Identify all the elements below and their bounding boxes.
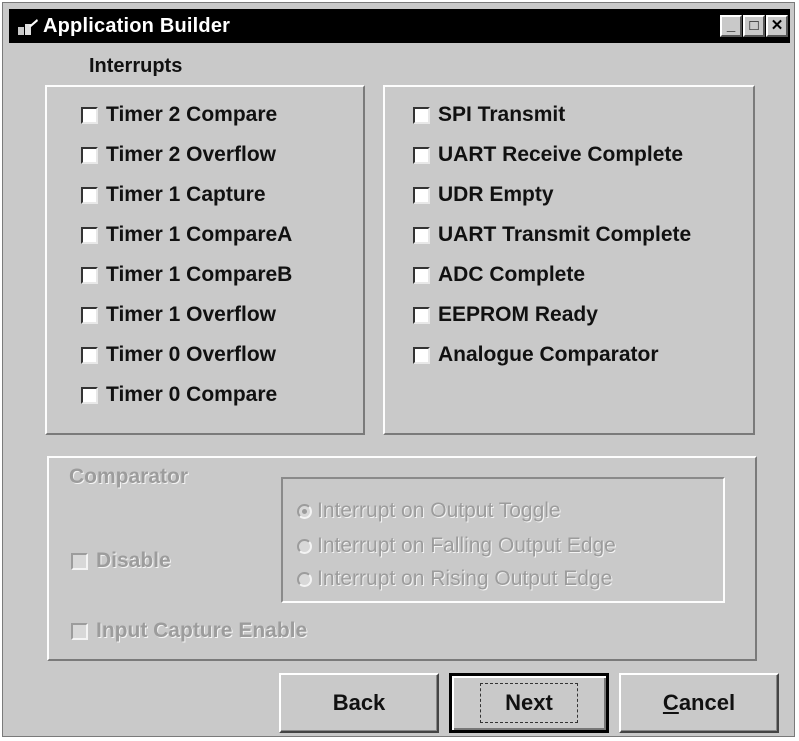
- checkbox-box[interactable]: [413, 226, 430, 244]
- checkbox-label: UART Receive Complete: [438, 143, 684, 166]
- checkbox-label: UART Transmit Complete: [438, 223, 692, 246]
- checkbox-label: UDR Empty: [438, 183, 554, 206]
- interrupt-right-checkbox[interactable]: UART Transmit Complete: [413, 221, 691, 249]
- application-icon: [18, 19, 38, 35]
- radio-unselected-icon[interactable]: [297, 571, 312, 587]
- checkbox-box[interactable]: [81, 146, 98, 164]
- checkbox-label: Timer 0 Overflow: [106, 343, 277, 366]
- interrupt-right-checkbox[interactable]: ADC Complete: [413, 261, 585, 289]
- interrupts-right-panel: [383, 85, 755, 435]
- checkbox-label: Timer 1 CompareA: [106, 223, 293, 246]
- checkbox-label: ADC Complete: [438, 263, 586, 286]
- checkbox-label: Timer 1 Capture: [106, 183, 266, 206]
- interrupt-left-checkbox[interactable]: Timer 1 Capture: [81, 181, 266, 209]
- window-title: Application Builder: [43, 15, 231, 37]
- checkbox-box[interactable]: [413, 306, 430, 324]
- interrupt-right-checkbox[interactable]: UDR Empty: [413, 181, 554, 209]
- radio-selected-icon[interactable]: [297, 503, 312, 519]
- input-capture-enable-label: Input Capture Enable: [96, 619, 308, 642]
- interrupt-right-checkbox[interactable]: SPI Transmit: [413, 101, 565, 129]
- checkbox-label: Timer 0 Compare: [106, 383, 278, 406]
- checkbox-box[interactable]: [81, 106, 98, 124]
- radio-unselected-icon[interactable]: [297, 538, 312, 554]
- back-button[interactable]: Back: [279, 673, 439, 733]
- maximize-button[interactable]: □: [743, 15, 765, 37]
- checkbox-box[interactable]: [71, 552, 88, 570]
- interrupt-right-checkbox[interactable]: EEPROM Ready: [413, 301, 598, 329]
- checkbox-box[interactable]: [413, 106, 430, 124]
- interrupt-left-checkbox[interactable]: Timer 1 CompareB: [81, 261, 292, 289]
- checkbox-label: Timer 2 Overflow: [106, 143, 277, 166]
- application-builder-window: Application Builder _ □ ✕ Interrupts Tim…: [2, 2, 795, 737]
- checkbox-label: SPI Transmit: [438, 103, 566, 126]
- radio-label: Interrupt on Output Toggle: [317, 499, 561, 522]
- interrupts-group-label: Interrupts: [89, 55, 183, 77]
- radio-falling-edge[interactable]: Interrupt on Falling Output Edge: [297, 533, 616, 559]
- radio-output-toggle[interactable]: Interrupt on Output Toggle: [297, 498, 561, 524]
- input-capture-enable-checkbox[interactable]: Input Capture Enable: [71, 617, 307, 645]
- cancel-button-label: Cancel: [662, 690, 736, 715]
- checkbox-box[interactable]: [81, 386, 98, 404]
- checkbox-box[interactable]: [81, 346, 98, 364]
- checkbox-box[interactable]: [413, 346, 430, 364]
- radio-rising-edge[interactable]: Interrupt on Rising Output Edge: [297, 566, 612, 592]
- interrupt-right-checkbox[interactable]: Analogue Comparator: [413, 341, 659, 369]
- checkbox-box[interactable]: [71, 622, 88, 640]
- checkbox-label: Timer 1 Overflow: [106, 303, 277, 326]
- interrupt-left-checkbox[interactable]: Timer 2 Overflow: [81, 141, 276, 169]
- checkbox-box[interactable]: [81, 266, 98, 284]
- interrupt-left-checkbox[interactable]: Timer 0 Compare: [81, 381, 277, 409]
- radio-label: Interrupt on Falling Output Edge: [317, 534, 616, 557]
- next-button[interactable]: Next: [449, 673, 609, 733]
- checkbox-label: Analogue Comparator: [438, 343, 659, 366]
- title-bar[interactable]: Application Builder _ □ ✕: [9, 9, 790, 43]
- checkbox-label: EEPROM Ready: [438, 303, 598, 326]
- interrupt-right-checkbox[interactable]: UART Receive Complete: [413, 141, 683, 169]
- interrupt-left-checkbox[interactable]: Timer 1 CompareA: [81, 221, 292, 249]
- radio-label: Interrupt on Rising Output Edge: [317, 567, 613, 590]
- checkbox-label: Timer 1 CompareB: [106, 263, 293, 286]
- interrupt-left-checkbox[interactable]: Timer 1 Overflow: [81, 301, 276, 329]
- checkbox-box[interactable]: [81, 226, 98, 244]
- cancel-button[interactable]: Cancel: [619, 673, 779, 733]
- checkbox-box[interactable]: [413, 146, 430, 164]
- checkbox-box[interactable]: [413, 186, 430, 204]
- close-button[interactable]: ✕: [766, 15, 788, 37]
- checkbox-box[interactable]: [81, 186, 98, 204]
- next-button-label: Next: [480, 683, 578, 723]
- checkbox-box[interactable]: [413, 266, 430, 284]
- interrupt-left-checkbox[interactable]: Timer 2 Compare: [81, 101, 277, 129]
- disable-checkbox[interactable]: Disable: [71, 547, 171, 575]
- minimize-button[interactable]: _: [720, 15, 742, 37]
- back-button-label: Back: [332, 690, 386, 715]
- checkbox-box[interactable]: [81, 306, 98, 324]
- comparator-group-label: Comparator: [69, 465, 189, 488]
- interrupt-left-checkbox[interactable]: Timer 0 Overflow: [81, 341, 276, 369]
- disable-label: Disable: [96, 549, 171, 572]
- checkbox-label: Timer 2 Compare: [106, 103, 278, 126]
